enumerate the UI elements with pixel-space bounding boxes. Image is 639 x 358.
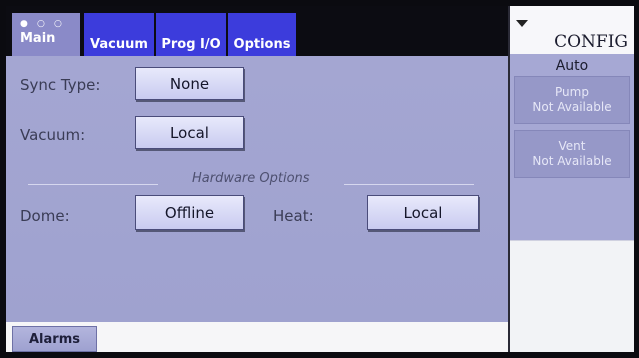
sync-type-label: Sync Type: [20, 76, 101, 94]
vent-status: Not Available [532, 154, 612, 168]
footer-bar: Alarms [6, 322, 508, 352]
tab-options[interactable]: Options [228, 13, 296, 56]
tab-vacuum-label: Vacuum [90, 37, 148, 52]
sync-type-button[interactable]: None [135, 67, 244, 100]
tab-prog-io-label: Prog I/O [161, 37, 221, 52]
sidebar-separator [510, 240, 634, 241]
dome-label: Dome: [20, 207, 70, 225]
vent-button[interactable]: Vent Not Available [514, 130, 630, 178]
config-body: Auto Pump Not Available Vent Not Availab… [510, 54, 634, 240]
tab-bar: ● ○ ○ Main Vacuum Prog I/O Options [6, 6, 508, 56]
divider-right [344, 184, 474, 185]
tab-vacuum[interactable]: Vacuum [84, 13, 154, 56]
touch-screen: ● ○ ○ Main Vacuum Prog I/O Options Sync … [6, 6, 634, 352]
tab-main-label: Main [20, 31, 56, 46]
config-title: CONFIG [554, 32, 628, 52]
alarms-button[interactable]: Alarms [12, 326, 97, 352]
heat-label: Heat: [273, 207, 314, 225]
vacuum-label: Vacuum: [20, 126, 86, 144]
config-sidebar: CONFIG Auto Pump Not Available Vent Not … [510, 6, 634, 352]
tab-prog-io[interactable]: Prog I/O [156, 13, 226, 56]
divider-left [28, 184, 158, 185]
dome-button[interactable]: Offline [135, 195, 244, 230]
pump-label: Pump [555, 85, 589, 99]
vent-label: Vent [558, 139, 586, 153]
hardware-options-title: Hardware Options [192, 171, 310, 186]
page-dots-icon: ● ○ ○ [20, 19, 65, 29]
chevron-down-icon[interactable] [516, 20, 528, 27]
heat-button[interactable]: Local [367, 195, 479, 230]
mode-label: Auto [555, 58, 589, 74]
main-panel: Sync Type: None Vacuum: Local Hardware O… [6, 56, 508, 322]
pump-button[interactable]: Pump Not Available [514, 76, 630, 124]
tab-main[interactable]: ● ○ ○ Main [12, 13, 80, 56]
vacuum-button[interactable]: Local [135, 116, 244, 149]
config-header[interactable]: CONFIG [510, 6, 634, 54]
tab-options-label: Options [233, 37, 291, 52]
pump-status: Not Available [532, 100, 612, 114]
